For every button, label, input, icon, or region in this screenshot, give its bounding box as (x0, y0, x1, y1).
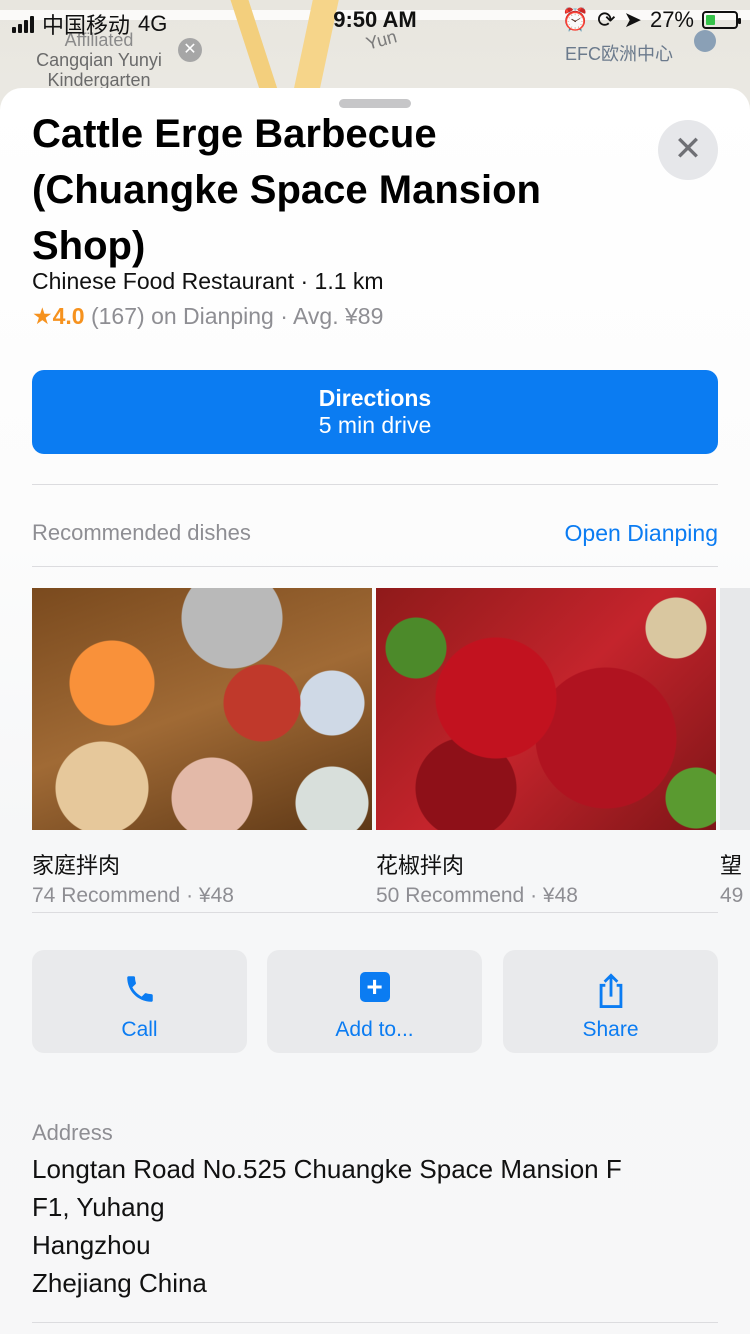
dish-meta: 49 (720, 884, 744, 907)
battery-icon (702, 11, 741, 29)
address-line[interactable]: Zhejiang China (32, 1268, 207, 1299)
rating-details: (167) on Dianping · Avg. ¥89 (84, 303, 384, 329)
recommended-dishes-label: Recommended dishes (32, 520, 251, 545)
dish-photo[interactable] (32, 588, 372, 830)
divider (32, 484, 718, 485)
directions-label: Directions (318, 385, 432, 411)
location-icon: ➤ (623, 7, 642, 32)
plus-square-icon: + (267, 972, 482, 1008)
status-bar: 中国移动 4G 9:50 AM ⏰ ⟳ ➤ 27% (0, 0, 750, 40)
directions-duration: 5 min drive (318, 412, 432, 438)
place-rating[interactable]: ★4.0 (167) on Dianping · Avg. ¥89 (32, 303, 383, 330)
call-label: Call (121, 1018, 158, 1041)
open-dianping-link[interactable]: Open Dianping (565, 520, 718, 547)
place-title: Cattle Erge Barbecue (Chuangke Space Man… (32, 112, 541, 268)
dish-meta: 74 Recommend · ¥48 (32, 884, 234, 907)
phone-icon (32, 972, 247, 1008)
alarm-icon: ⏰ (561, 7, 590, 32)
divider (32, 566, 718, 567)
place-category-distance: Chinese Food Restaurant · 1.1 km (32, 268, 384, 294)
add-to-label: Add to... (335, 1018, 414, 1041)
dish-photo[interactable] (720, 588, 750, 830)
call-button[interactable]: Call (32, 950, 247, 1053)
map-label-efc[interactable]: EFC欧洲中心 (565, 40, 673, 66)
dish-photo[interactable] (376, 588, 716, 830)
star-rating: ★4.0 (32, 303, 85, 329)
close-icon: ✕ (673, 130, 703, 168)
divider (32, 1322, 718, 1323)
dish-meta: 50 Recommend · ¥48 (376, 884, 578, 907)
map-pin-icon[interactable]: ✕ (178, 38, 202, 62)
address-line[interactable]: Hangzhou (32, 1230, 151, 1261)
rotation-lock-icon: ⟳ (597, 7, 616, 32)
share-icon (503, 972, 718, 1008)
place-card: ✕ Cattle Erge Barbecue (Chuangke Space M… (0, 88, 750, 1334)
address-line[interactable]: Longtan Road No.525 Chuangke Space Mansi… (32, 1154, 622, 1185)
battery-percent: 27% (649, 7, 694, 32)
address-label: Address (32, 1120, 113, 1145)
close-button[interactable]: ✕ (658, 120, 718, 180)
dish-name[interactable]: 望 (720, 848, 742, 880)
divider (32, 912, 718, 913)
add-to-button[interactable]: + Add to... (267, 950, 482, 1053)
dish-name[interactable]: 花椒拌肉 (376, 848, 464, 880)
dish-name[interactable]: 家庭拌肉 (32, 848, 120, 880)
share-button[interactable]: Share (503, 950, 718, 1053)
directions-button[interactable]: Directions 5 min drive (32, 370, 718, 454)
share-label: Share (582, 1018, 639, 1041)
address-line[interactable]: F1, Yuhang (32, 1192, 165, 1223)
